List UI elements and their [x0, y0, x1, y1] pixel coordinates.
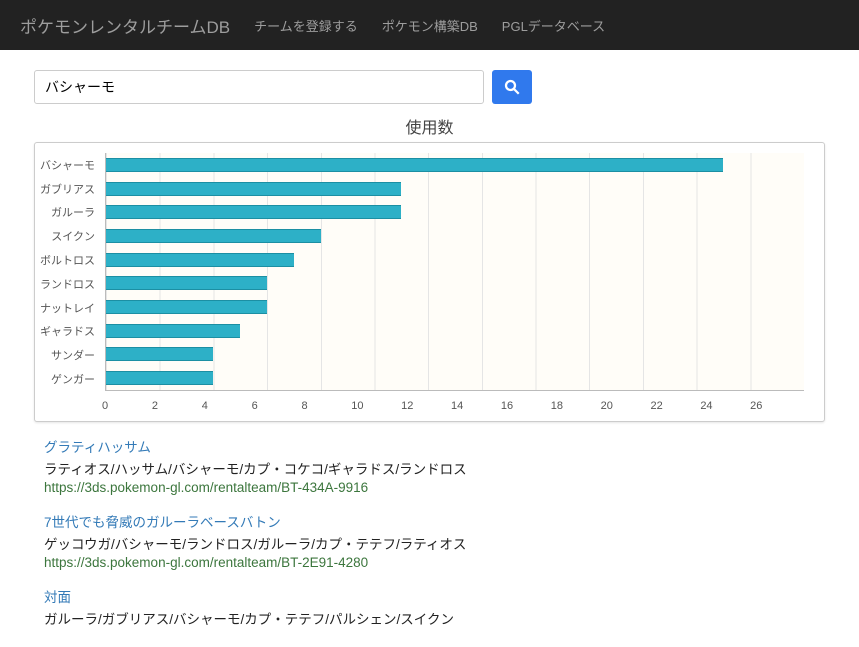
- nav-link-register[interactable]: チームを登録する: [254, 16, 358, 35]
- chart-y-label: ゲンガー: [39, 367, 101, 391]
- chart-bar: [106, 324, 240, 338]
- chart-bar-row: [106, 319, 804, 343]
- team-url[interactable]: https://3ds.pokemon-gl.com/rentalteam/BT…: [44, 480, 825, 495]
- search-icon: [503, 78, 521, 96]
- chart-bar-row: [106, 200, 804, 224]
- chart-bar: [106, 229, 321, 243]
- team-members: ラティオス/ハッサム/バシャーモ/カプ・コケコ/ギャラドス/ランドロス: [44, 458, 825, 478]
- nav-link-pgl[interactable]: PGLデータベース: [502, 16, 605, 35]
- chart-bar-row: [106, 177, 804, 201]
- chart-bar-row: [106, 224, 804, 248]
- chart-bar: [106, 253, 294, 267]
- brand-title[interactable]: ポケモンレンタルチームDB: [20, 13, 230, 38]
- team-name-link[interactable]: 7世代でも脅威のガルーラベースバトン: [44, 511, 825, 531]
- chart-x-tick: 0: [102, 400, 152, 412]
- chart-bar-row: [106, 366, 804, 390]
- chart-y-label: サンダー: [39, 343, 101, 367]
- chart-bar: [106, 158, 723, 172]
- nav-link-builds[interactable]: ポケモン構築DB: [382, 16, 478, 35]
- content-area: 使用数 バシャーモガブリアスガルーラスイクンボルトロスランドロスナットレイギャラ…: [0, 50, 859, 628]
- chart-x-tick: 8: [301, 400, 351, 412]
- result-item: グラティハッサムラティオス/ハッサム/バシャーモ/カプ・コケコ/ギャラドス/ラン…: [44, 436, 825, 495]
- chart-x-tick: 26: [750, 400, 800, 412]
- chart-x-axis: 02468101214161820222426: [106, 400, 804, 412]
- chart-bar-row: [106, 153, 804, 177]
- chart-y-label: ギャラドス: [39, 320, 101, 344]
- chart-bar: [106, 182, 401, 196]
- chart-bar-row: [106, 343, 804, 367]
- result-item: 対面ガルーラ/ガブリアス/バシャーモ/カプ・テテフ/パルシェン/スイクン: [44, 586, 825, 628]
- chart-y-label: ガルーラ: [39, 201, 101, 225]
- chart-bar: [106, 276, 267, 290]
- navbar: ポケモンレンタルチームDB チームを登録する ポケモン構築DB PGLデータベー…: [0, 0, 859, 50]
- results-list: グラティハッサムラティオス/ハッサム/バシャーモ/カプ・コケコ/ギャラドス/ラン…: [44, 436, 825, 628]
- usage-chart: バシャーモガブリアスガルーラスイクンボルトロスランドロスナットレイギャラドスサン…: [34, 142, 825, 422]
- team-url[interactable]: https://3ds.pokemon-gl.com/rentalteam/BT…: [44, 555, 825, 570]
- chart-container: 使用数 バシャーモガブリアスガルーラスイクンボルトロスランドロスナットレイギャラ…: [34, 114, 825, 422]
- chart-y-label: ナットレイ: [39, 296, 101, 320]
- chart-x-tick: 10: [351, 400, 401, 412]
- chart-y-label: ガブリアス: [39, 177, 101, 201]
- team-name-link[interactable]: グラティハッサム: [44, 436, 825, 456]
- chart-bar-row: [106, 248, 804, 272]
- search-row: [34, 70, 825, 104]
- chart-y-label: バシャーモ: [39, 153, 101, 177]
- team-name-link[interactable]: 対面: [44, 586, 825, 606]
- chart-x-tick: 20: [601, 400, 651, 412]
- chart-bar: [106, 205, 401, 219]
- chart-x-tick: 6: [252, 400, 302, 412]
- chart-x-tick: 12: [401, 400, 451, 412]
- result-item: 7世代でも脅威のガルーラベースバトンゲッコウガ/バシャーモ/ランドロス/ガルーラ…: [44, 511, 825, 570]
- chart-bar-row: [106, 295, 804, 319]
- search-input[interactable]: [34, 70, 484, 104]
- search-button[interactable]: [492, 70, 532, 104]
- chart-x-tick: 14: [451, 400, 501, 412]
- chart-y-labels: バシャーモガブリアスガルーラスイクンボルトロスランドロスナットレイギャラドスサン…: [35, 143, 105, 421]
- chart-x-tick: 4: [202, 400, 252, 412]
- chart-y-label: スイクン: [39, 224, 101, 248]
- chart-x-tick: 22: [650, 400, 700, 412]
- chart-y-label: ボルトロス: [39, 248, 101, 272]
- chart-x-tick: 18: [551, 400, 601, 412]
- chart-x-tick: 2: [152, 400, 202, 412]
- team-members: ゲッコウガ/バシャーモ/ランドロス/ガルーラ/カプ・テテフ/ラティオス: [44, 533, 825, 553]
- chart-bar: [106, 300, 267, 314]
- chart-title: 使用数: [34, 114, 825, 138]
- chart-bar: [106, 371, 213, 385]
- team-members: ガルーラ/ガブリアス/バシャーモ/カプ・テテフ/パルシェン/スイクン: [44, 608, 825, 628]
- chart-x-tick: 16: [501, 400, 551, 412]
- chart-x-tick: 24: [700, 400, 750, 412]
- chart-plot: 02468101214161820222426: [105, 153, 804, 391]
- chart-bar-row: [106, 271, 804, 295]
- chart-bar: [106, 347, 213, 361]
- chart-y-label: ランドロス: [39, 272, 101, 296]
